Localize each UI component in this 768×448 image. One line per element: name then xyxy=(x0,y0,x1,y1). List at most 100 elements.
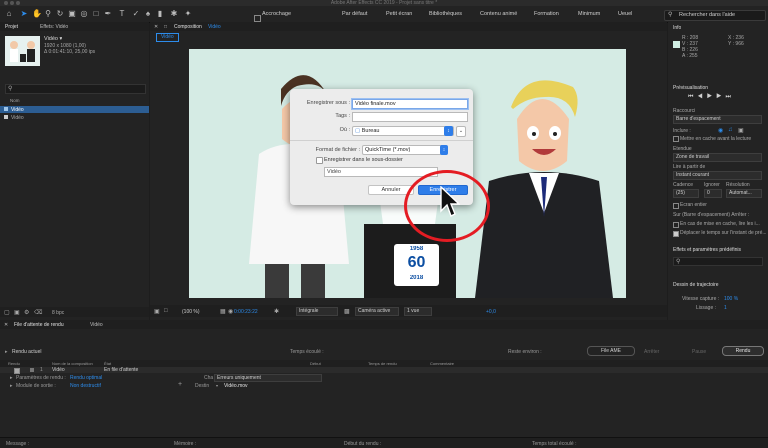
save-as-input[interactable]: Vidéo finale.mov xyxy=(352,99,468,109)
prev-frame-icon[interactable]: ◀ xyxy=(697,94,706,100)
views-select[interactable]: 1 vue xyxy=(404,307,432,316)
smoothing-value[interactable]: 1 xyxy=(724,305,727,311)
expand-arrow-icon[interactable]: ▸ xyxy=(10,375,13,381)
label-color-icon[interactable] xyxy=(30,368,34,372)
puppet-tool-icon[interactable]: ✦ xyxy=(184,10,192,18)
workspace-minimum[interactable]: Minimum xyxy=(578,11,600,17)
workspace-motion[interactable]: Contenu animé xyxy=(480,11,517,17)
show-channel-icon[interactable]: ✱ xyxy=(274,308,279,315)
tab-effect-controls[interactable]: Effets: Vidéo xyxy=(40,24,68,30)
camera-snapshot-icon[interactable]: ◉ xyxy=(228,308,233,315)
project-search-input[interactable]: ⚲ xyxy=(5,84,146,94)
folder-icon[interactable]: ▢ xyxy=(4,309,10,316)
expand-arrow-icon[interactable]: ▸ xyxy=(5,349,8,355)
home-icon[interactable]: ⌂ xyxy=(5,10,13,18)
eraser-tool-icon[interactable]: ▮ xyxy=(156,10,164,18)
workspace-small-screen[interactable]: Petit écran xyxy=(386,11,412,17)
pause-button[interactable]: Pause xyxy=(692,349,706,355)
tab-composition[interactable]: Composition xyxy=(174,24,202,30)
zoom-tool-icon[interactable]: ⚲ xyxy=(44,10,52,18)
stop-option1-checkbox[interactable] xyxy=(673,222,679,228)
help-search-input[interactable]: ⚲ Rechercher dans l'aide xyxy=(664,10,766,21)
destination-value[interactable]: Vidéo.mov xyxy=(224,383,248,389)
stop-button[interactable]: Arrêter xyxy=(644,349,659,355)
output-module-value[interactable]: Non destructif xyxy=(70,383,101,389)
tab-project[interactable]: Projet xyxy=(5,24,18,30)
include-overlays-icon[interactable]: ▣ xyxy=(738,127,744,134)
tab-composition-name[interactable]: Vidéo xyxy=(208,24,221,30)
play-from-select[interactable]: Instant courant xyxy=(673,171,762,180)
pan-behind-tool-icon[interactable]: ◎ xyxy=(80,10,88,18)
include-video-icon[interactable]: ◉ xyxy=(718,127,723,134)
workspace-libraries[interactable]: Bibliothèques xyxy=(429,11,462,17)
where-select[interactable]: ▢ Bureau xyxy=(352,126,454,136)
pen-tool-icon[interactable]: ✒ xyxy=(104,10,112,18)
cadence-select[interactable]: (25) xyxy=(673,189,699,198)
rotate-tool-icon[interactable]: ↻ xyxy=(56,10,64,18)
clone-stamp-tool-icon[interactable]: ♠ xyxy=(144,10,152,18)
always-preview-icon[interactable]: ▣ xyxy=(154,308,160,315)
hand-tool-icon[interactable]: ✋ xyxy=(32,10,42,18)
composition-subtab[interactable]: Vidéo xyxy=(156,33,179,42)
capture-speed-value[interactable]: 100 % xyxy=(724,296,738,302)
effects-search-input[interactable]: ⚲ xyxy=(673,257,763,266)
render-settings-value[interactable]: Rendu optimal xyxy=(70,375,102,381)
shortcut-select[interactable]: Barre d'espacement xyxy=(673,115,762,124)
extent-select[interactable]: Zone de travail xyxy=(673,153,762,162)
region-icon[interactable]: □ xyxy=(164,308,168,314)
brush-tool-icon[interactable]: ✓ xyxy=(132,10,140,18)
first-frame-icon[interactable]: ⏮ xyxy=(688,94,697,100)
render-queue-row[interactable]: 1 Vidéo En file d'attente xyxy=(0,367,768,374)
resolution-select[interactable]: Automat... xyxy=(726,189,762,198)
ignore-select[interactable]: 0 xyxy=(704,189,722,198)
selection-tool-icon[interactable]: ➤ xyxy=(20,10,28,18)
add-output-icon[interactable]: + xyxy=(178,381,182,388)
project-row[interactable]: Vidéo xyxy=(0,114,149,121)
close-tab-icon[interactable]: ✕ xyxy=(154,24,158,30)
ame-queue-button[interactable]: File AME xyxy=(587,346,635,356)
chevron-down-icon[interactable]: ▾ xyxy=(216,383,218,388)
workspace-learning[interactable]: Formation xyxy=(534,11,559,17)
tab-timeline[interactable]: Vidéo xyxy=(90,322,103,328)
current-timecode[interactable]: 0:00:23:22 xyxy=(234,309,258,315)
play-icon[interactable]: ▶ xyxy=(707,94,716,100)
camera-tool-icon[interactable]: ▣ xyxy=(68,10,76,18)
format-chevron-icon[interactable]: ↕ xyxy=(440,145,448,155)
log-select[interactable]: Erreurs uniquement xyxy=(214,374,322,382)
subfolder-checkbox[interactable] xyxy=(316,157,323,164)
workspace-default[interactable]: Par défaut xyxy=(342,11,367,17)
subfolder-input[interactable]: Vidéo xyxy=(324,167,438,177)
zoom-level[interactable]: (100 %) xyxy=(182,309,200,315)
render-button[interactable]: Rendu xyxy=(722,346,764,356)
include-audio-icon[interactable]: ♫ xyxy=(728,127,733,133)
render-checkbox[interactable] xyxy=(14,368,20,374)
trash-icon[interactable]: ⌫ xyxy=(34,309,42,316)
rectangle-tool-icon[interactable]: □ xyxy=(92,10,100,18)
grid-icon[interactable]: ▦ xyxy=(220,308,226,315)
fullscreen-checkbox[interactable] xyxy=(673,203,679,209)
format-select[interactable]: QuickTime (*.mov) xyxy=(362,145,444,155)
roto-brush-tool-icon[interactable]: ✱ xyxy=(170,10,178,18)
transparency-grid-icon[interactable]: ▩ xyxy=(344,308,350,315)
stop-option2-checkbox[interactable] xyxy=(673,231,679,237)
cache-checkbox[interactable] xyxy=(673,136,679,142)
last-frame-icon[interactable]: ⏭ xyxy=(725,94,734,100)
project-row[interactable]: Vidéo xyxy=(0,106,149,113)
resolution-select[interactable]: Intégrale xyxy=(296,307,338,316)
exposure-value[interactable]: +0,0 xyxy=(486,309,496,315)
snap-checkbox[interactable] xyxy=(254,15,261,22)
expand-arrow-icon[interactable]: ▸ xyxy=(10,383,13,389)
camera-select[interactable]: Caméra active xyxy=(355,307,399,316)
workspace-usual[interactable]: Ueuel xyxy=(618,11,632,17)
expand-chevron-icon[interactable]: ⌄ xyxy=(456,126,466,137)
tab-render-queue[interactable]: File d'attente de rendu xyxy=(14,322,64,328)
new-composition-icon[interactable]: ▣ xyxy=(14,309,20,316)
project-thumbnail xyxy=(5,36,40,66)
type-tool-icon[interactable]: T xyxy=(118,10,126,18)
close-tab-icon[interactable]: ✕ xyxy=(4,322,8,328)
tags-input[interactable] xyxy=(352,112,468,122)
lock-icon[interactable]: □ xyxy=(164,24,167,30)
bit-depth-label[interactable]: 8 bpc xyxy=(52,310,64,316)
settings-icon[interactable]: ⚙ xyxy=(24,309,29,316)
where-chevron-icon[interactable]: ↕ xyxy=(444,126,453,136)
